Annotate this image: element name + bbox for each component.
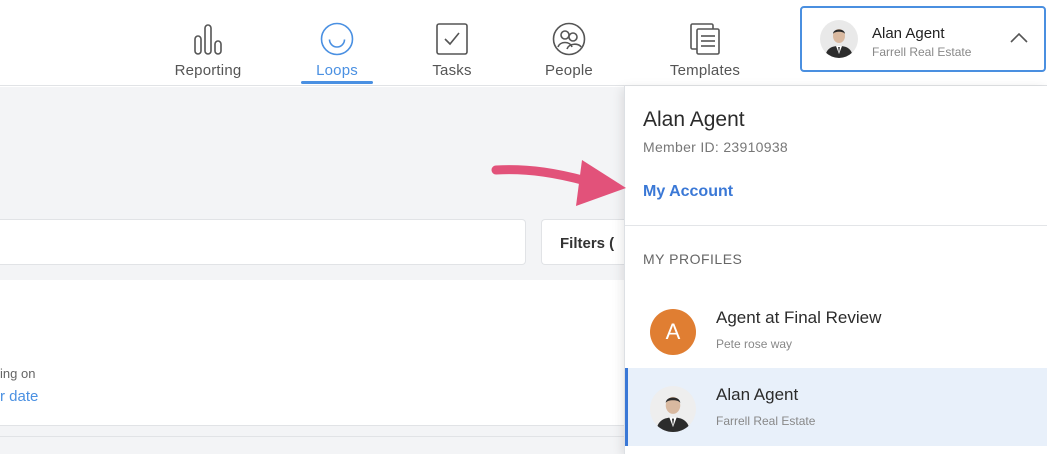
active-tab-indicator	[301, 81, 373, 84]
account-org: Farrell Real Estate	[872, 45, 972, 59]
annotation-arrow-icon	[490, 150, 630, 219]
loop-card[interactable]	[0, 280, 625, 426]
divider	[625, 225, 1047, 226]
profile-subtitle: Pete rose way	[716, 337, 793, 351]
member-id: Member ID: 23910938	[643, 139, 789, 155]
nav-reporting[interactable]: Reporting	[168, 0, 248, 86]
filters-button[interactable]: Filters (	[541, 219, 631, 265]
profile-subtitle: Farrell Real Estate	[716, 414, 816, 428]
profile-initial: A	[650, 309, 696, 355]
nav-people[interactable]: People	[537, 0, 601, 86]
nav-label: Tasks	[432, 62, 472, 79]
top-navigation: Reporting Loops Tasks People Templates A…	[0, 0, 1047, 86]
profile-item-selected[interactable]: Alan Agent Farrell Real Estate	[625, 368, 1047, 446]
bar-chart-icon	[192, 20, 224, 58]
profile-item[interactable]: A Agent at Final Review Pete rose way	[625, 291, 1047, 369]
nav-label: Loops	[316, 62, 358, 79]
account-dropdown: Alan Agent Member ID: 23910938 My Accoun…	[624, 86, 1047, 454]
templates-icon	[688, 20, 722, 58]
account-name: Alan Agent	[872, 25, 945, 42]
profile-name: Alan Agent	[716, 385, 799, 404]
card-separator	[0, 426, 625, 454]
nav-label: Templates	[669, 62, 741, 79]
profiles-heading: MY PROFILES	[643, 251, 743, 267]
loop-circle-icon	[319, 20, 355, 58]
profile-name: Agent at Final Review	[716, 308, 882, 327]
avatar	[650, 386, 696, 437]
checkbox-icon	[435, 20, 469, 58]
nav-label: People	[545, 62, 593, 79]
avatar	[820, 20, 858, 63]
my-account-link[interactable]: My Account	[643, 183, 733, 201]
nav-loops[interactable]: Loops	[301, 0, 373, 86]
card-date-link[interactable]: r date	[0, 388, 38, 405]
filters-label: Filters (	[560, 235, 615, 252]
card-meta-text: ing on	[0, 366, 36, 381]
nav-templates[interactable]: Templates	[660, 0, 750, 86]
account-menu-button[interactable]: Alan Agent Farrell Real Estate	[800, 6, 1046, 72]
avatar: A	[650, 309, 696, 355]
nav-tasks[interactable]: Tasks	[424, 0, 480, 86]
dropdown-user-name: Alan Agent	[643, 108, 745, 131]
chevron-up-icon	[1009, 31, 1029, 49]
nav-label: Reporting	[174, 62, 242, 79]
search-input[interactable]	[0, 219, 526, 265]
people-icon	[551, 20, 587, 58]
